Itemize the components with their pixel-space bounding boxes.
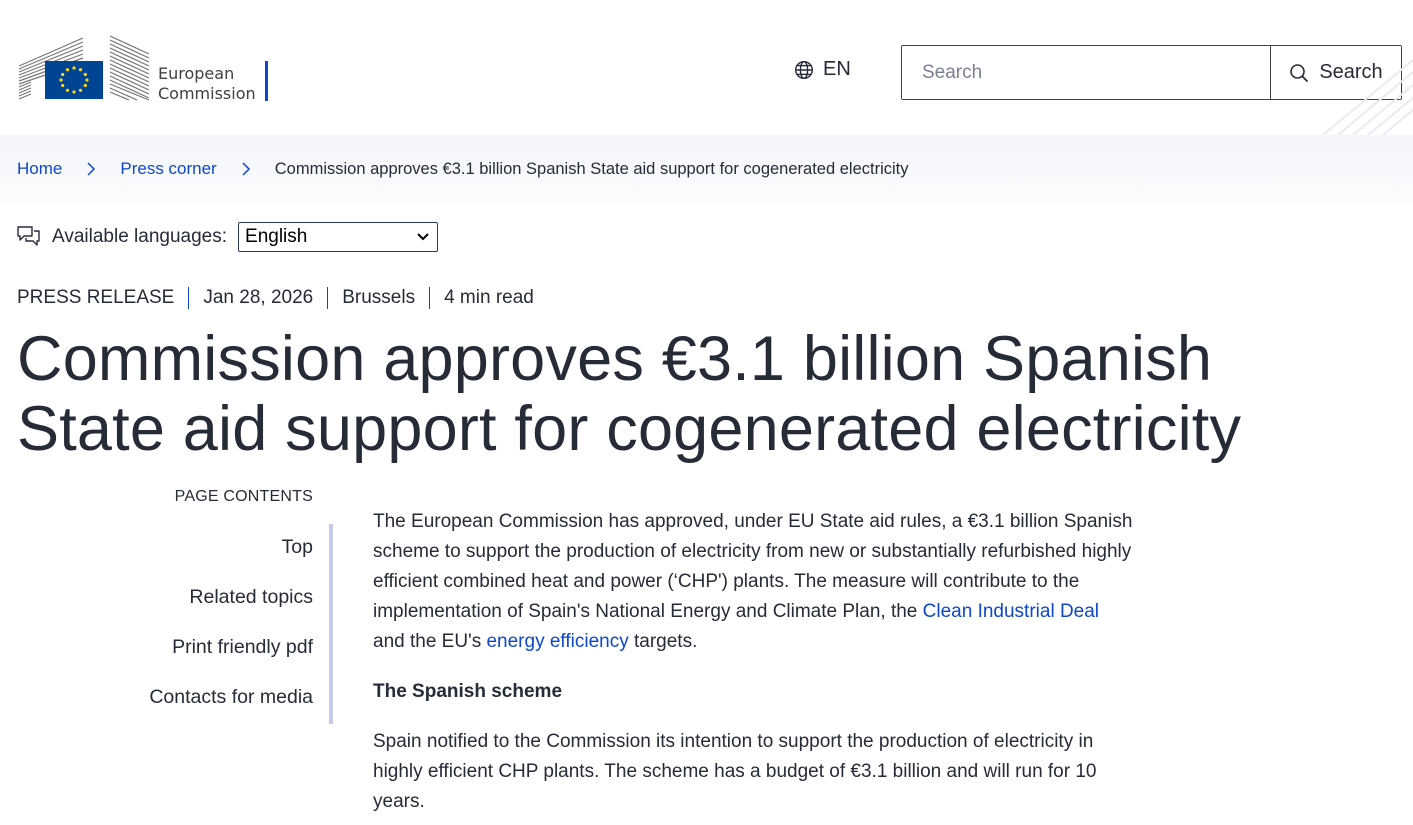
text-line: scheme to support the production of elec… (373, 541, 1132, 562)
press-release-meta: PRESS RELEASE Jan 28, 2026 Brussels 4 mi… (17, 287, 548, 309)
toc-item-related-topics[interactable]: Related topics (189, 586, 313, 609)
toc-item-contacts-media[interactable]: Contacts for media (149, 686, 313, 709)
text-line: and the EU's (373, 631, 487, 652)
chevron-right-icon (241, 162, 251, 176)
article-paragraph: Spain notified to the Commission its int… (373, 727, 1183, 817)
header-decoration (1322, 60, 1413, 135)
text-line: targets. (628, 631, 698, 652)
publication-date: Jan 28, 2026 (188, 287, 327, 309)
chat-bubbles-icon (17, 226, 40, 246)
breadcrumb-press-corner[interactable]: Press corner (120, 159, 216, 179)
site-header: European Commission EN Search (0, 0, 1413, 135)
text-line: years. (373, 791, 425, 812)
section-heading-spanish-scheme: The Spanish scheme (373, 681, 563, 702)
page-contents-heading: PAGE CONTENTS (174, 488, 313, 505)
text-line: highly efficient CHP plants. The scheme … (373, 761, 1097, 782)
content-type: PRESS RELEASE (17, 287, 175, 308)
logo-wordmark: European Commission (158, 64, 256, 104)
breadcrumb: Home Press corner Commission approves €3… (17, 159, 909, 179)
page-title-line-2: State aid support for cogenerated electr… (17, 394, 1242, 464)
page-title: Commission approves €3.1 billion Spanish… (17, 324, 1347, 464)
logo-line-2: Commission (158, 84, 256, 103)
read-time: 4 min read (429, 287, 548, 309)
toc-item-top[interactable]: Top (282, 536, 313, 559)
article-paragraph: The European Commission has approved, un… (373, 507, 1183, 657)
logo-line-1: European (158, 64, 235, 83)
clean-industrial-deal-link[interactable]: Clean Industrial Deal (923, 601, 1099, 622)
text-line: efficient combined heat and power (‘CHP'… (373, 571, 1080, 592)
chevron-down-icon (417, 233, 429, 241)
energy-efficiency-link[interactable]: energy efficiency (486, 631, 628, 652)
toc-item-print-pdf[interactable]: Print friendly pdf (172, 636, 313, 659)
breadcrumb-current: Commission approves €3.1 billion Spanish… (274, 159, 909, 178)
page-title-line-1: Commission approves €3.1 billion Spanish (17, 324, 1213, 394)
text-line: Spain notified to the Commission its int… (373, 731, 1094, 752)
language-switcher[interactable]: EN (794, 58, 851, 81)
logo-divider (265, 61, 268, 101)
ec-emblem-icon (18, 35, 150, 101)
globe-icon (794, 60, 814, 79)
language-select-value: English (245, 226, 308, 247)
languages-label: Available languages: (52, 226, 228, 247)
language-code: EN (823, 58, 851, 80)
search-input[interactable] (902, 46, 1270, 99)
article-body: The European Commission has approved, un… (373, 507, 1183, 825)
page-contents-nav: Top Related topics Print friendly pdf Co… (100, 524, 333, 724)
breadcrumb-home[interactable]: Home (17, 159, 62, 179)
language-select[interactable]: English (238, 222, 439, 252)
text-line: implementation of Spain's National Energ… (373, 601, 923, 622)
available-languages: Available languages: English (17, 222, 439, 252)
location: Brussels (327, 287, 429, 309)
chevron-right-icon (86, 162, 96, 176)
text-line: The European Commission has approved, un… (373, 511, 1133, 532)
breadcrumb-band: Home Press corner Commission approves €3… (0, 135, 1413, 205)
european-commission-logo[interactable]: European Commission (17, 34, 272, 104)
